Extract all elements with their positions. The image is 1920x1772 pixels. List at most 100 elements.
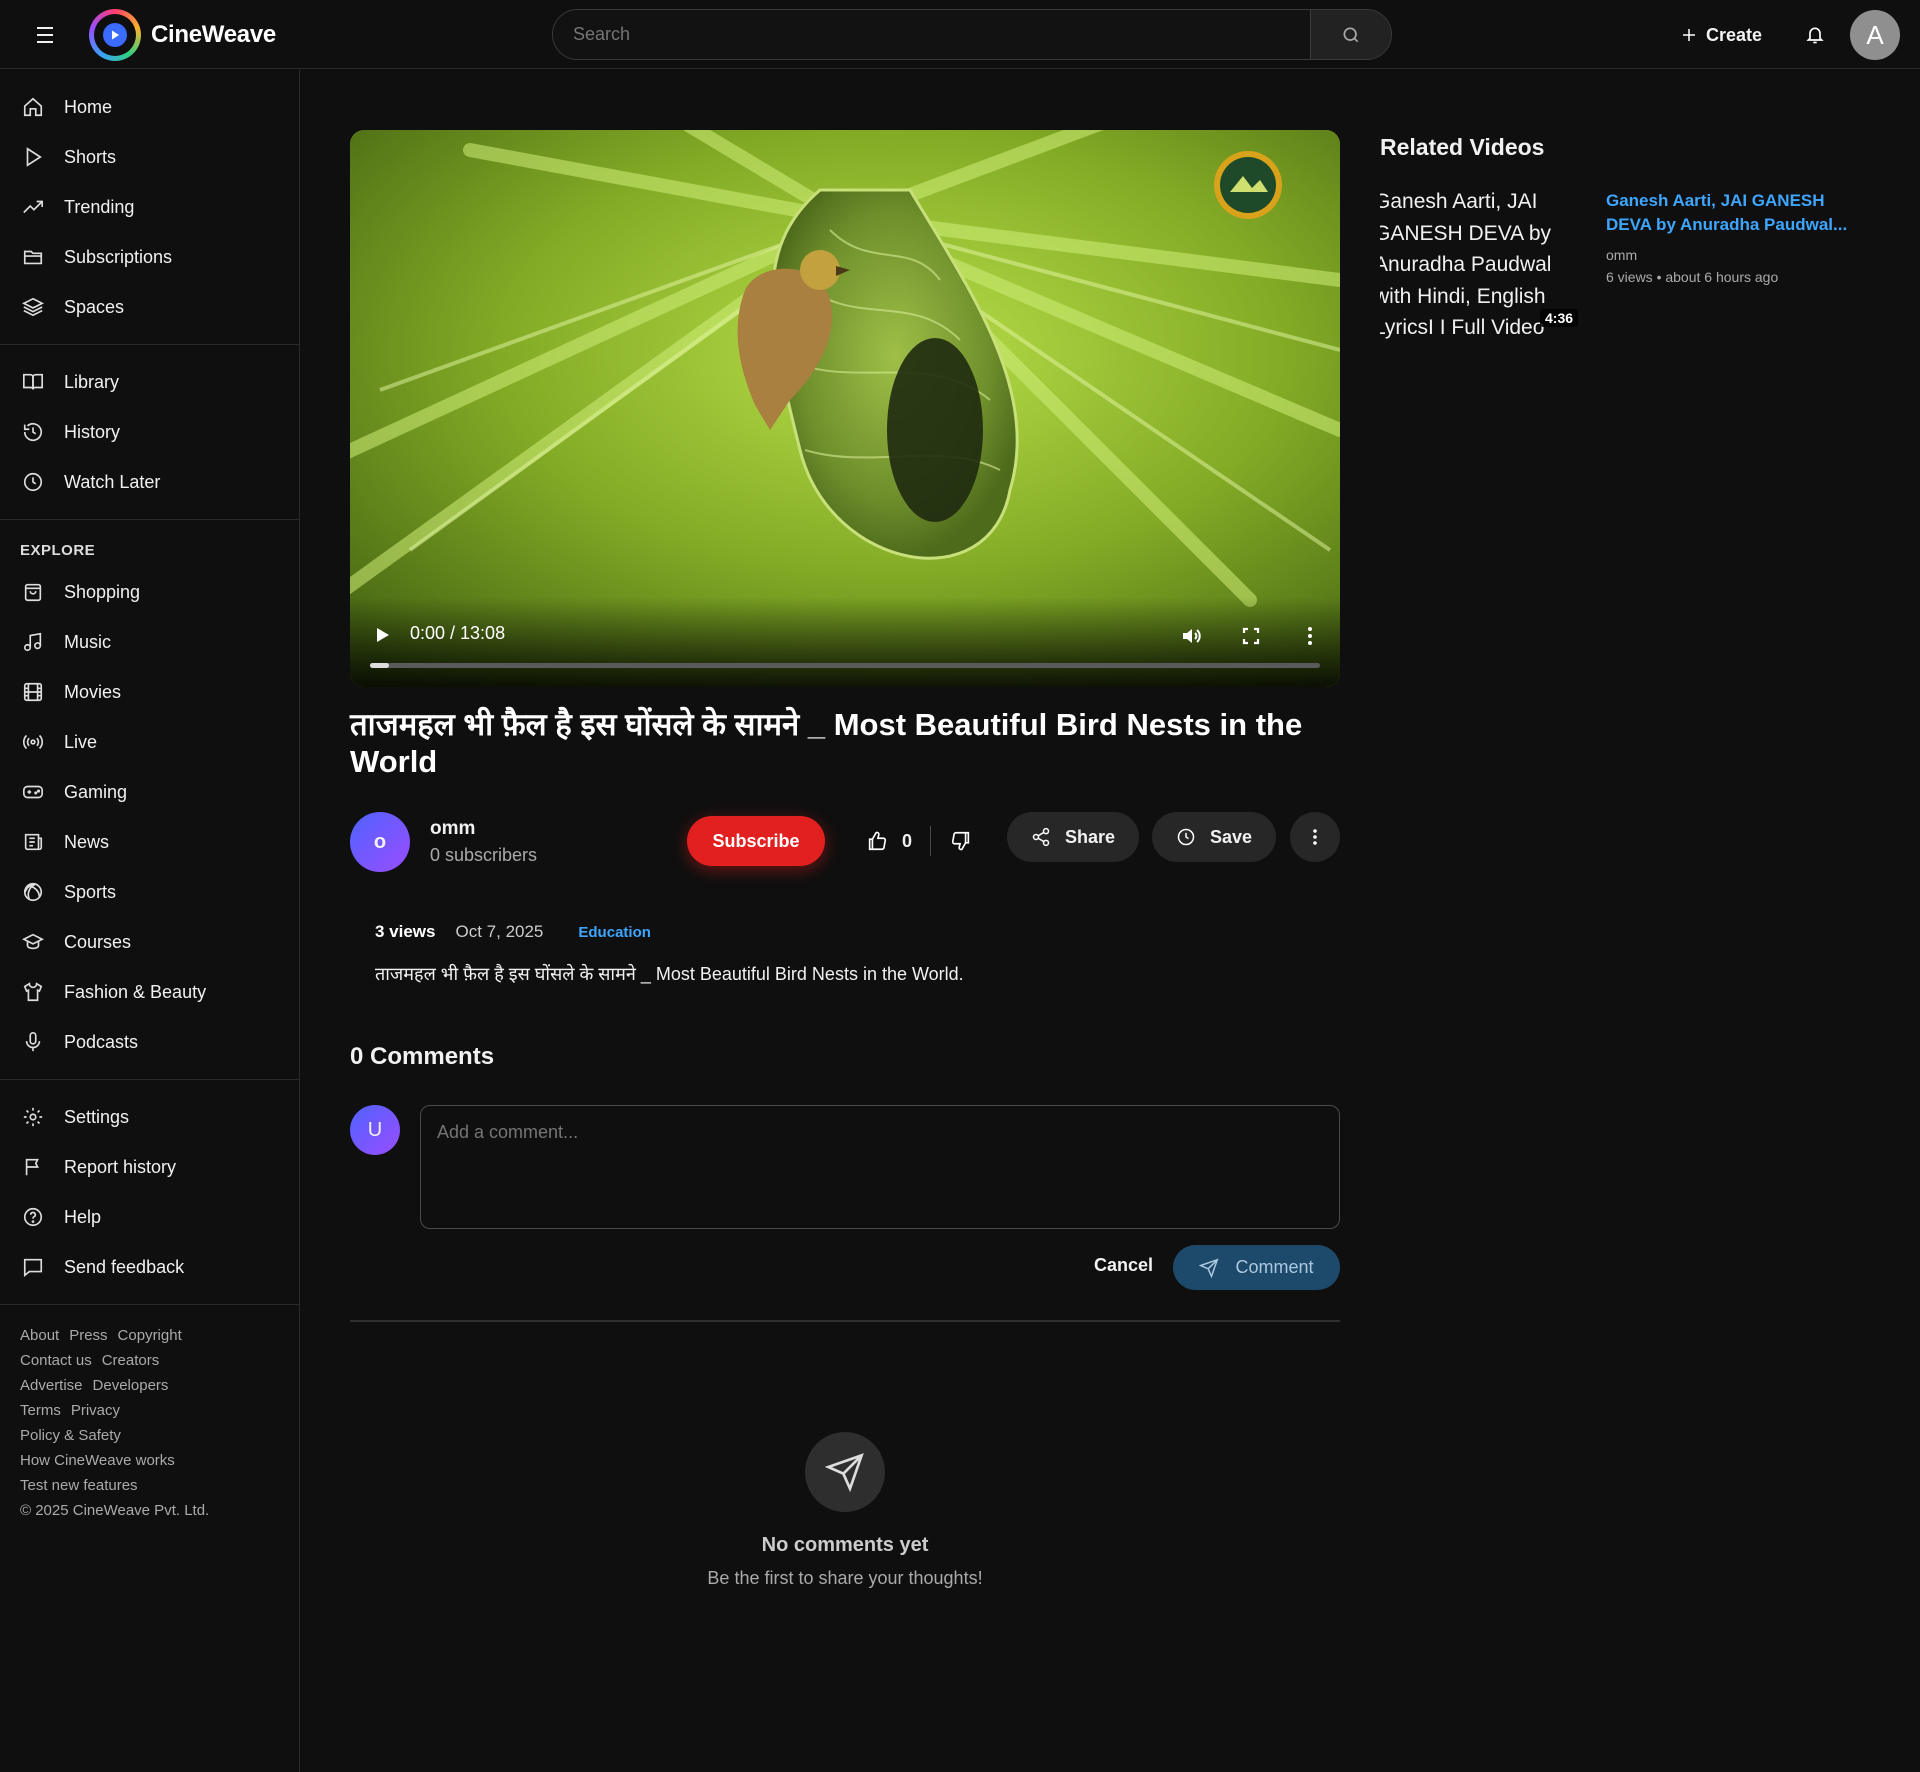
subscribe-button[interactable]: Subscribe <box>687 816 825 866</box>
clock-icon <box>20 469 46 495</box>
sidebar-item-label: Settings <box>64 1106 130 1127</box>
footer-link-policy[interactable]: Policy & Safety <box>20 1427 121 1444</box>
footer-link-contact[interactable]: Contact us <box>20 1352 92 1369</box>
sidebar-item-label: Spaces <box>64 296 125 317</box>
related-video-duration: 4:36 <box>1540 309 1579 327</box>
flag-icon <box>20 1154 46 1180</box>
sidebar-item-label: Movies <box>64 681 122 702</box>
comment-submit-button[interactable]: Comment <box>1173 1245 1340 1290</box>
search-bar <box>552 9 1392 60</box>
video-time: 0:00 / 13:08 <box>410 623 506 643</box>
footer-link-how-it-works[interactable]: How CineWeave works <box>20 1452 175 1469</box>
sidebar-item-subscriptions[interactable]: Subscriptions <box>0 232 299 282</box>
clock-icon <box>1177 828 1195 846</box>
video-progress-fill <box>370 663 389 668</box>
sidebar-item-label: Courses <box>64 931 132 952</box>
sidebar-item-report-history[interactable]: Report history <box>0 1142 299 1192</box>
sidebar-item-label: News <box>64 831 110 852</box>
footer-link-copyright[interactable]: Copyright <box>118 1327 182 1344</box>
channel-avatar[interactable]: o <box>350 812 410 872</box>
view-count: 3 views <box>375 922 436 941</box>
footer-link-terms[interactable]: Terms <box>20 1402 61 1419</box>
sidebar-item-shopping[interactable]: Shopping <box>0 567 299 617</box>
comment-input[interactable] <box>420 1105 1340 1229</box>
sidebar-item-home[interactable]: Home <box>0 82 299 132</box>
sidebar-item-history[interactable]: History <box>0 407 299 457</box>
sidebar-item-library[interactable]: Library <box>0 357 299 407</box>
video-progress-bar[interactable] <box>370 663 1320 668</box>
related-video-channel[interactable]: omm <box>1606 247 1637 263</box>
volume-icon[interactable] <box>1180 624 1204 648</box>
sidebar-item-send-feedback[interactable]: Send feedback <box>0 1242 299 1292</box>
sidebar-item-news[interactable]: News <box>0 817 299 867</box>
sidebar-item-gaming[interactable]: Gaming <box>0 767 299 817</box>
broadcast-icon <box>20 729 46 755</box>
category-link[interactable]: Education <box>578 924 651 941</box>
folder-icon <box>20 244 46 270</box>
related-video-meta: 6 views • about 6 hours ago <box>1606 269 1779 285</box>
share-icon <box>1032 827 1050 847</box>
create-label: Create <box>1706 24 1763 45</box>
video-player[interactable]: 0:00 / 13:08 <box>350 130 1340 687</box>
sidebar-item-help[interactable]: Help <box>0 1192 299 1242</box>
play-icon[interactable] <box>372 625 392 645</box>
related-videos-heading: Related Videos <box>1380 134 1545 160</box>
search-input[interactable] <box>553 10 1311 59</box>
book-icon <box>20 369 46 395</box>
footer-link-press[interactable]: Press <box>69 1327 107 1344</box>
related-video-title[interactable]: Ganesh Aarti, JAI GANESH DEVA by Anuradh… <box>1606 189 1856 237</box>
footer-link-privacy[interactable]: Privacy <box>71 1402 120 1419</box>
sidebar: Home Shorts Trending Subscriptions Space… <box>0 70 300 1772</box>
sidebar-item-watch-later[interactable]: Watch Later <box>0 457 299 507</box>
sidebar-item-fashion-beauty[interactable]: Fashion & Beauty <box>0 967 299 1017</box>
share-button[interactable]: Share <box>1007 812 1140 862</box>
trending-icon <box>20 194 46 220</box>
send-icon <box>825 1453 864 1492</box>
like-dislike-group: 0 <box>850 818 991 864</box>
upload-date: Oct 7, 2025 <box>455 922 544 941</box>
fullscreen-icon[interactable] <box>1241 626 1261 646</box>
sidebar-item-live[interactable]: Live <box>0 717 299 767</box>
sidebar-item-trending[interactable]: Trending <box>0 182 299 232</box>
music-icon <box>20 629 46 655</box>
footer-link-about[interactable]: About <box>20 1327 59 1344</box>
sidebar-item-spaces[interactable]: Spaces <box>0 282 299 332</box>
sidebar-item-label: Home <box>64 96 113 117</box>
sidebar-item-podcasts[interactable]: Podcasts <box>0 1017 299 1067</box>
footer-link-test-features[interactable]: Test new features <box>20 1477 138 1494</box>
search-icon <box>1343 27 1359 42</box>
save-label: Save <box>1210 826 1253 847</box>
more-actions-button[interactable] <box>1290 812 1340 862</box>
sidebar-item-music[interactable]: Music <box>0 617 299 667</box>
app-logo[interactable]: CineWeave <box>89 9 276 61</box>
like-button[interactable]: 0 <box>850 818 930 864</box>
more-vertical-icon[interactable] <box>1300 625 1320 647</box>
sidebar-item-movies[interactable]: Movies <box>0 667 299 717</box>
footer-link-developers[interactable]: Developers <box>93 1377 169 1394</box>
menu-icon[interactable] <box>30 22 60 48</box>
explore-heading: EXPLORE <box>20 542 96 559</box>
comments-divider <box>350 1320 1340 1322</box>
sidebar-item-label: Library <box>64 371 120 392</box>
create-button[interactable]: Create <box>1680 18 1762 52</box>
sidebar-item-settings[interactable]: Settings <box>0 1092 299 1142</box>
plus-icon <box>1683 29 1695 41</box>
sidebar-item-sports[interactable]: Sports <box>0 867 299 917</box>
description-meta: 3 views Oct 7, 2025 Education <box>375 922 651 942</box>
comment-cancel-button[interactable]: Cancel <box>1094 1255 1153 1276</box>
app-name: CineWeave <box>151 21 276 48</box>
footer-link-creators[interactable]: Creators <box>102 1352 160 1369</box>
search-button[interactable] <box>1311 10 1391 59</box>
sidebar-item-label: Music <box>64 631 112 652</box>
user-avatar[interactable]: A <box>1850 10 1900 60</box>
sidebar-item-label: Report history <box>64 1156 177 1177</box>
sidebar-item-label: Help <box>64 1206 102 1227</box>
save-button[interactable]: Save <box>1152 812 1277 862</box>
footer-link-advertise[interactable]: Advertise <box>20 1377 83 1394</box>
notifications-button[interactable] <box>1800 20 1830 50</box>
sidebar-item-courses[interactable]: Courses <box>0 917 299 967</box>
video-title: ताजमहल भी फ़ैल है इस घोंसले के सामने _ M… <box>350 707 1303 779</box>
channel-name[interactable]: omm <box>430 818 475 840</box>
sidebar-item-shorts[interactable]: Shorts <box>0 132 299 182</box>
dislike-button[interactable] <box>931 818 991 864</box>
